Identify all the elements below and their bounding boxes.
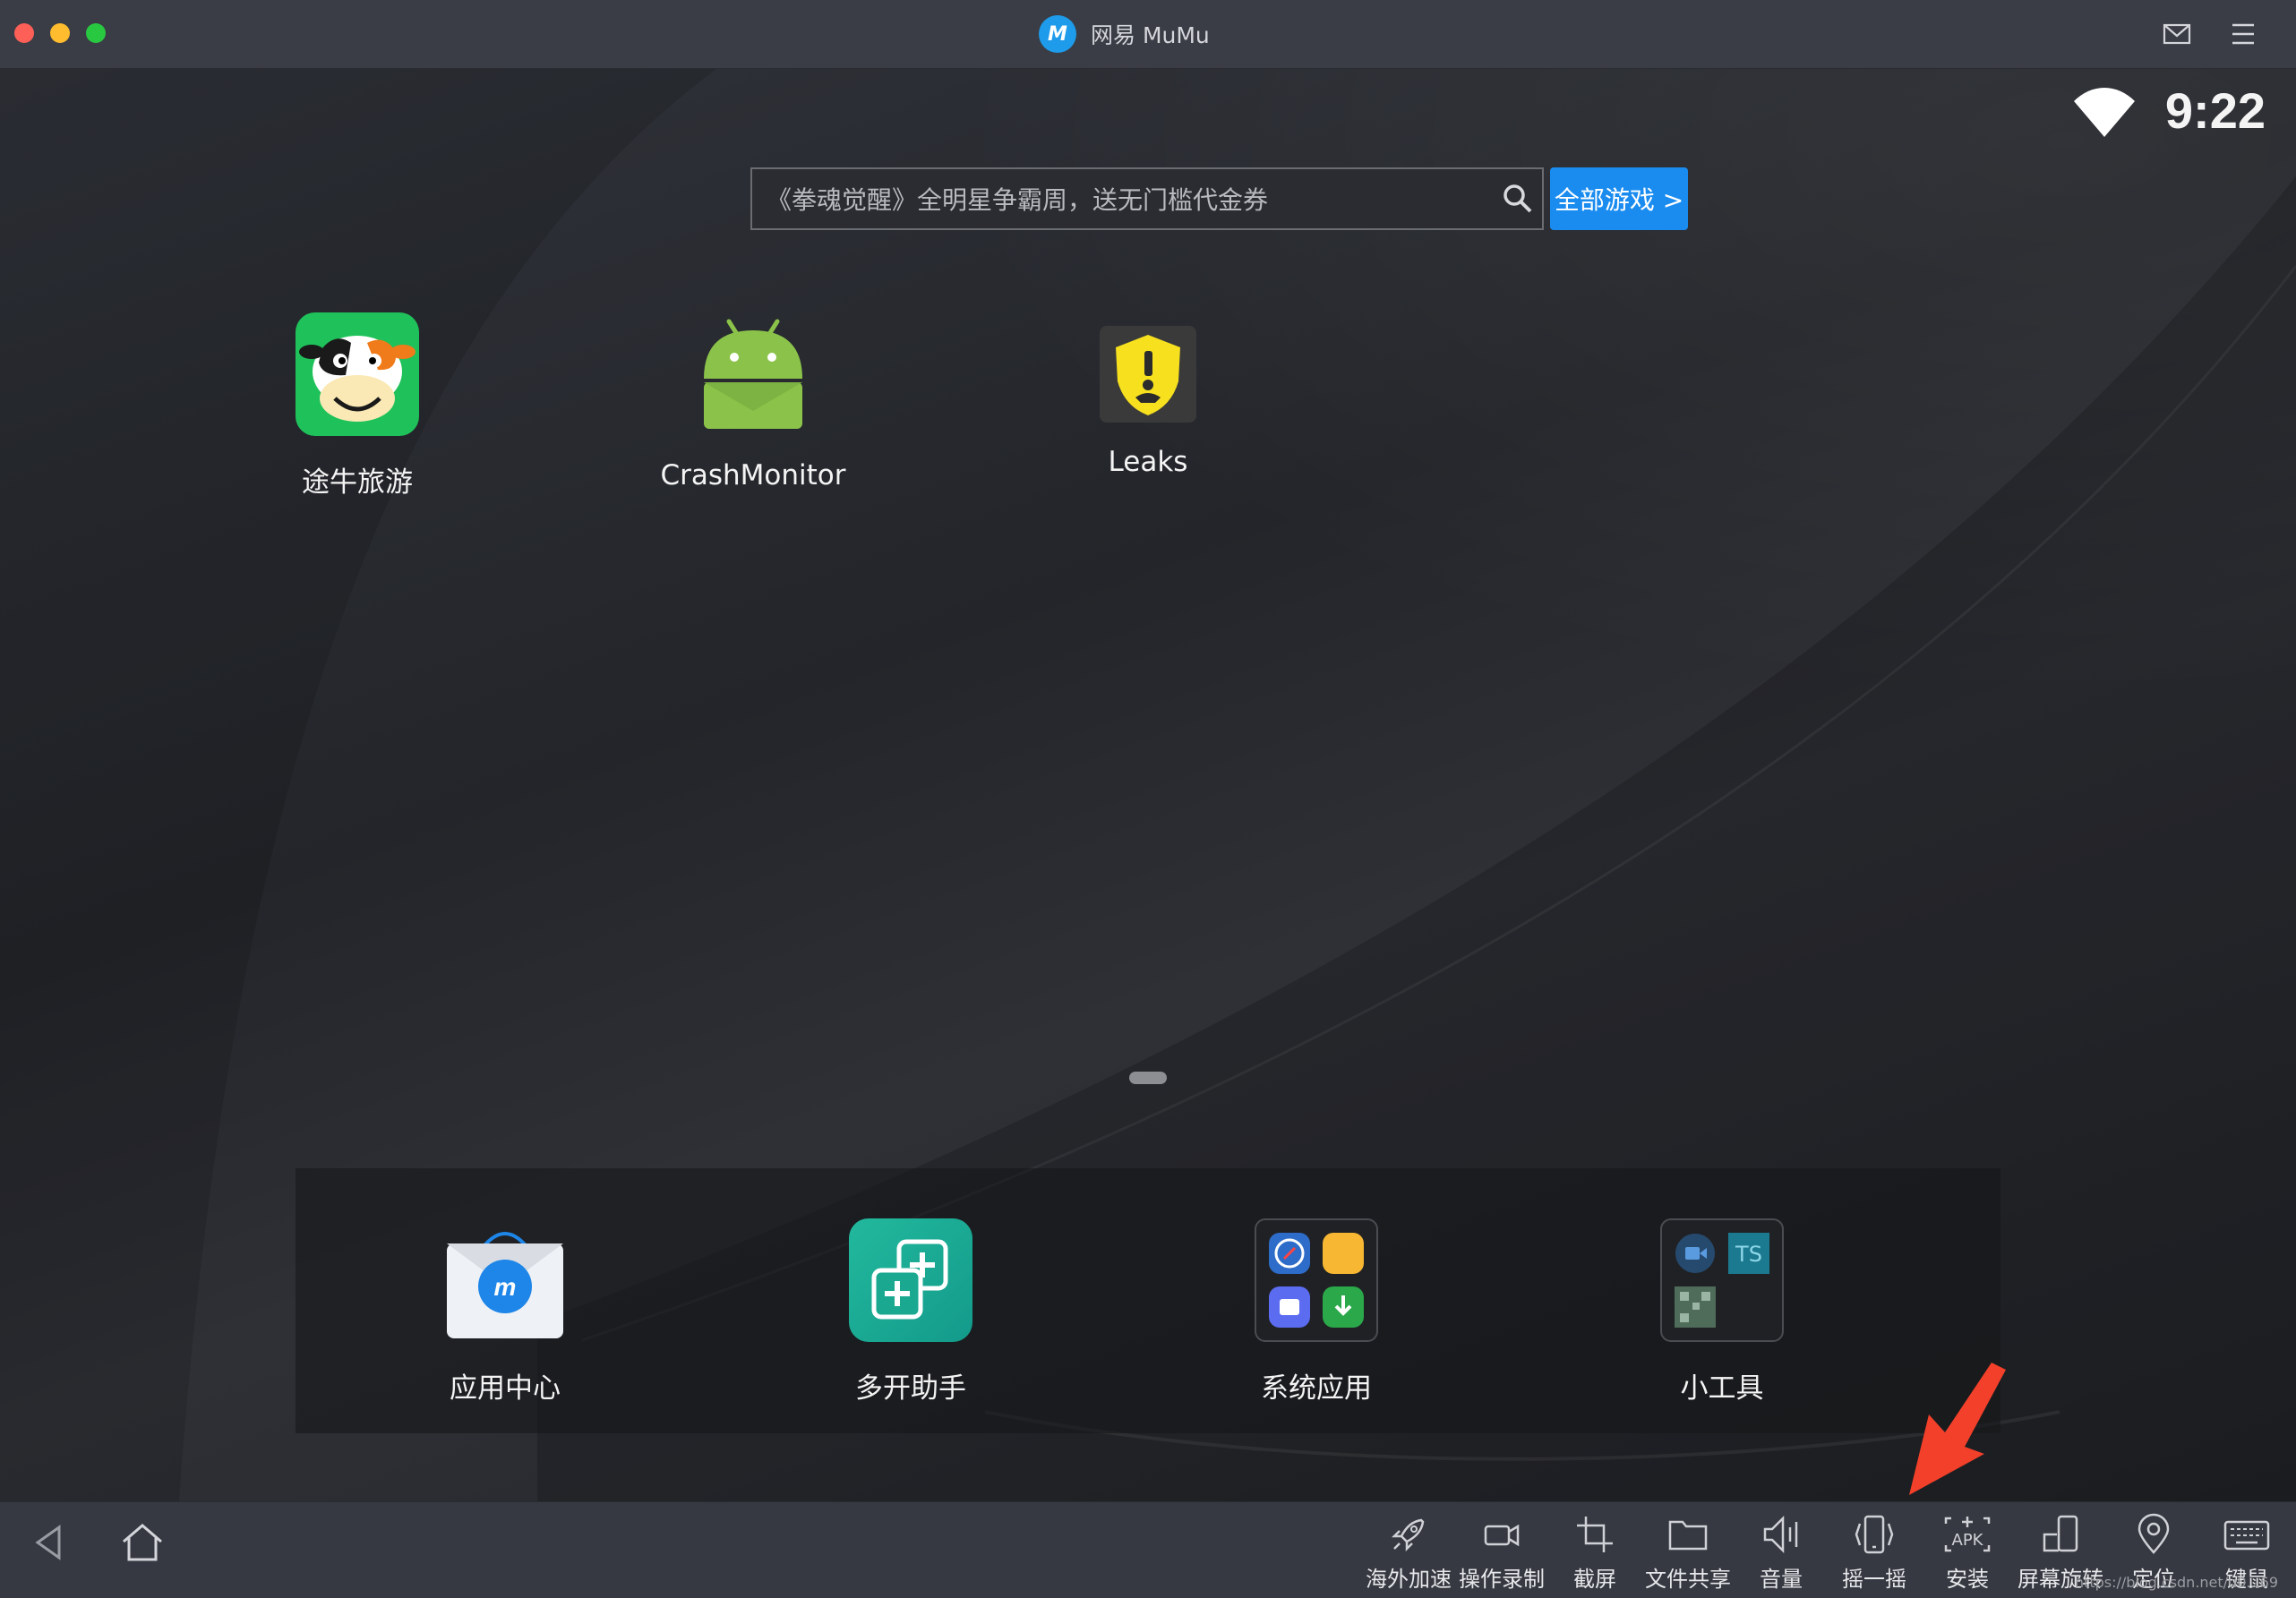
- svg-text:APK: APK: [1952, 1531, 1984, 1550]
- tool-file-share[interactable]: 文件共享: [1639, 1513, 1737, 1593]
- emulator-screen[interactable]: 9:22 全部游戏 > 途牛旅游: [0, 69, 2296, 1501]
- apk-install-icon: APK: [1944, 1517, 1991, 1552]
- tool-label: 截屏: [1573, 1567, 1616, 1592]
- crop-icon: [1577, 1517, 1613, 1552]
- window-title: 网易 MuMu: [1091, 22, 1210, 48]
- tuniu-cow-icon: [296, 312, 419, 436]
- app-label: Leaks: [1108, 446, 1188, 478]
- system-apps-folder-icon: [1255, 1218, 1378, 1342]
- page-indicator[interactable]: [1129, 1072, 1167, 1084]
- svg-text:TS: TS: [1735, 1242, 1762, 1267]
- app-label: 途牛旅游: [302, 466, 413, 499]
- app-label: CrashMonitor: [660, 459, 846, 491]
- location-pin-icon: [2138, 1513, 2170, 1554]
- rotate-screen-icon: [2043, 1515, 2078, 1552]
- minimize-window-button[interactable]: [50, 23, 70, 43]
- rocket-icon: [1391, 1518, 1425, 1552]
- app-label: 小工具: [1680, 1372, 1764, 1405]
- search-icon[interactable]: [1503, 184, 1533, 214]
- tool-screenshot[interactable]: 截屏: [1546, 1513, 1644, 1593]
- app-label: 应用中心: [450, 1372, 561, 1405]
- dock-system-apps[interactable]: 系统应用: [1182, 1218, 1451, 1406]
- app-crashmonitor[interactable]: CrashMonitor: [619, 312, 887, 491]
- tool-label: 摇一摇: [1842, 1567, 1906, 1592]
- app-label: 多开助手: [855, 1372, 966, 1405]
- multi-open-icon: [849, 1218, 972, 1342]
- all-games-button[interactable]: 全部游戏 >: [1550, 167, 1688, 230]
- menu-icon[interactable]: [2228, 20, 2258, 48]
- home-icon[interactable]: [120, 1520, 165, 1565]
- keyboard-icon: [2223, 1520, 2270, 1551]
- window-title-group: M 网易 MuMu: [1039, 14, 1210, 54]
- tool-volume[interactable]: 音量: [1732, 1513, 1830, 1593]
- app-tuniu[interactable]: 途牛旅游: [223, 312, 492, 500]
- back-icon[interactable]: [32, 1520, 68, 1565]
- tool-install-apk[interactable]: APK 安装: [1918, 1513, 2017, 1593]
- app-leaks[interactable]: Leaks: [1014, 312, 1282, 478]
- annotation-arrow-icon: [1909, 1363, 2006, 1495]
- dock-multi-open[interactable]: 多开助手: [776, 1218, 1045, 1406]
- bottom-toolbar: 海外加速 操作录制 截屏 文件共享 音量 摇一摇 APK 安装 屏幕旋转 定位 …: [0, 1501, 2296, 1598]
- close-window-button[interactable]: [14, 23, 34, 43]
- tool-label: 操作录制: [1459, 1567, 1545, 1592]
- mail-icon[interactable]: [2162, 20, 2192, 48]
- tool-record[interactable]: 操作录制: [1452, 1513, 1551, 1593]
- tool-shake[interactable]: 摇一摇: [1825, 1513, 1923, 1593]
- tool-label: 海外加速: [1366, 1567, 1452, 1592]
- shake-phone-icon: [1855, 1515, 1894, 1554]
- video-camera-icon: [1484, 1524, 1520, 1547]
- status-time: 9:22: [2164, 82, 2266, 139]
- folder-icon: [1668, 1520, 1708, 1551]
- android-icon: [691, 312, 815, 436]
- volume-icon: [1763, 1515, 1798, 1554]
- leaks-shield-icon: [1100, 326, 1196, 423]
- watermark: https://blog.csdn.net/u0...69: [2074, 1574, 2278, 1591]
- zoom-window-button[interactable]: [86, 23, 106, 43]
- dock-tools[interactable]: TS 小工具: [1588, 1218, 1856, 1406]
- svg-text:m: m: [494, 1273, 517, 1301]
- dock: m 应用中心 多开助手 系统应用 TS 小工具: [296, 1168, 2000, 1433]
- app-center-bag-icon: m: [443, 1218, 567, 1342]
- mumu-logo-icon: M: [1039, 15, 1076, 53]
- dock-app-center[interactable]: m 应用中心: [371, 1218, 639, 1406]
- app-label: 系统应用: [1261, 1372, 1372, 1405]
- tools-folder-icon: TS: [1660, 1218, 1784, 1342]
- tool-label: 安装: [1946, 1567, 1989, 1592]
- search-input[interactable]: [752, 169, 1503, 230]
- tool-overseas-acceleration[interactable]: 海外加速: [1359, 1513, 1458, 1593]
- wifi-icon: [2074, 88, 2135, 137]
- search-bar[interactable]: [750, 167, 1544, 230]
- tool-label: 音量: [1760, 1567, 1803, 1592]
- window-titlebar: M 网易 MuMu: [0, 0, 2296, 69]
- tool-label: 文件共享: [1645, 1567, 1731, 1592]
